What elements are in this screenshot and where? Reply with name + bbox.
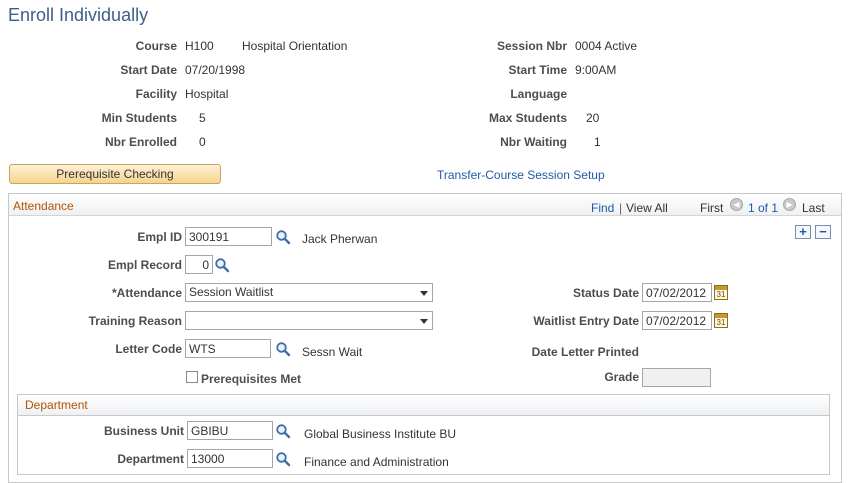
attendance-label: *Attendance bbox=[111, 286, 182, 300]
nbr-enrolled-label: Nbr Enrolled bbox=[104, 135, 177, 149]
magnifier-icon[interactable] bbox=[275, 451, 291, 467]
course-label: Course bbox=[135, 39, 177, 53]
empl-record-label: Empl Record bbox=[107, 258, 182, 272]
course-name: Hospital Orientation bbox=[242, 39, 348, 53]
facility-value: Hospital bbox=[185, 87, 229, 101]
language-label: Language bbox=[510, 87, 567, 101]
arrow-right-icon[interactable]: ▶ bbox=[783, 198, 796, 211]
status-date-label: Status Date bbox=[572, 286, 639, 300]
course-code: H100 bbox=[185, 39, 214, 53]
session-nbr-label: Session Nbr bbox=[496, 39, 567, 53]
department-title: Department bbox=[25, 398, 88, 412]
max-students-value: 20 bbox=[586, 111, 600, 125]
letter-code-input[interactable] bbox=[185, 339, 271, 358]
prerequisites-met-label: Prerequisites Met bbox=[201, 372, 302, 386]
business-unit-input[interactable] bbox=[187, 421, 273, 440]
magnifier-icon[interactable] bbox=[275, 341, 291, 357]
grade-input bbox=[642, 368, 711, 387]
start-date-value: 07/20/1998 bbox=[185, 63, 246, 77]
start-time-label: Start Time bbox=[508, 63, 567, 77]
magnifier-icon[interactable] bbox=[275, 423, 291, 439]
calendar-icon[interactable]: 31 bbox=[714, 285, 728, 300]
min-students-label: Min Students bbox=[101, 111, 177, 125]
last-label: Last bbox=[802, 201, 825, 215]
department-desc: Finance and Administration bbox=[304, 455, 449, 469]
waitlist-entry-date-label: Waitlist Entry Date bbox=[533, 314, 639, 328]
start-date-label: Start Date bbox=[120, 63, 177, 77]
nbr-waiting-label: Nbr Waiting bbox=[500, 135, 567, 149]
letter-code-label: Letter Code bbox=[115, 342, 182, 356]
page-title: Enroll Individually bbox=[8, 5, 149, 25]
grade-label: Grade bbox=[604, 370, 639, 384]
letter-code-desc: Sessn Wait bbox=[302, 345, 363, 359]
prerequisites-met-checkbox[interactable] bbox=[186, 371, 198, 383]
facility-label: Facility bbox=[135, 87, 177, 101]
department-input[interactable] bbox=[187, 449, 273, 468]
training-reason-label: Training Reason bbox=[88, 314, 182, 328]
attendance-select-value: Session Waitlist bbox=[189, 285, 274, 299]
prerequisite-checking-button[interactable]: Prerequisite Checking bbox=[9, 164, 221, 184]
nav-separator: | bbox=[619, 201, 623, 215]
nbr-enrolled-value: 0 bbox=[199, 135, 206, 149]
first-label: First bbox=[700, 201, 724, 215]
find-link[interactable]: Find bbox=[591, 201, 614, 215]
add-row-button[interactable]: + bbox=[795, 225, 811, 239]
page-info: 1 of 1 bbox=[748, 201, 779, 215]
department-label: Department bbox=[117, 452, 184, 466]
empl-name: Jack Pherwan bbox=[302, 232, 378, 246]
nbr-waiting-value: 1 bbox=[594, 135, 601, 149]
view-all-link[interactable]: View All bbox=[626, 201, 668, 215]
empl-id-input[interactable] bbox=[185, 227, 272, 246]
calendar-icon[interactable]: 31 bbox=[714, 313, 728, 328]
magnifier-icon[interactable] bbox=[214, 257, 230, 273]
waitlist-entry-date-input[interactable] bbox=[642, 311, 712, 330]
start-time-value: 9:00AM bbox=[575, 63, 617, 77]
chevron-down-icon bbox=[420, 319, 428, 324]
arrow-left-icon[interactable]: ◀ bbox=[730, 198, 743, 211]
status-date-input[interactable] bbox=[642, 283, 712, 302]
session-nbr-value: 0004 Active bbox=[575, 39, 638, 53]
magnifier-icon[interactable] bbox=[275, 229, 291, 245]
delete-row-button[interactable]: − bbox=[815, 225, 831, 239]
department-panel-header bbox=[17, 394, 830, 416]
empl-id-label: Empl ID bbox=[137, 230, 182, 244]
training-reason-select[interactable] bbox=[185, 311, 433, 330]
empl-record-input[interactable] bbox=[185, 255, 213, 274]
business-unit-label: Business Unit bbox=[103, 424, 184, 438]
attendance-select[interactable]: Session Waitlist bbox=[185, 283, 433, 302]
chevron-down-icon bbox=[420, 291, 428, 296]
min-students-value: 5 bbox=[199, 111, 206, 125]
transfer-course-session-setup-link[interactable]: Transfer-Course Session Setup bbox=[437, 168, 605, 182]
business-unit-desc: Global Business Institute BU bbox=[304, 427, 457, 441]
date-letter-printed-label: Date Letter Printed bbox=[531, 345, 639, 359]
attendance-title: Attendance bbox=[13, 199, 74, 213]
max-students-label: Max Students bbox=[488, 111, 567, 125]
